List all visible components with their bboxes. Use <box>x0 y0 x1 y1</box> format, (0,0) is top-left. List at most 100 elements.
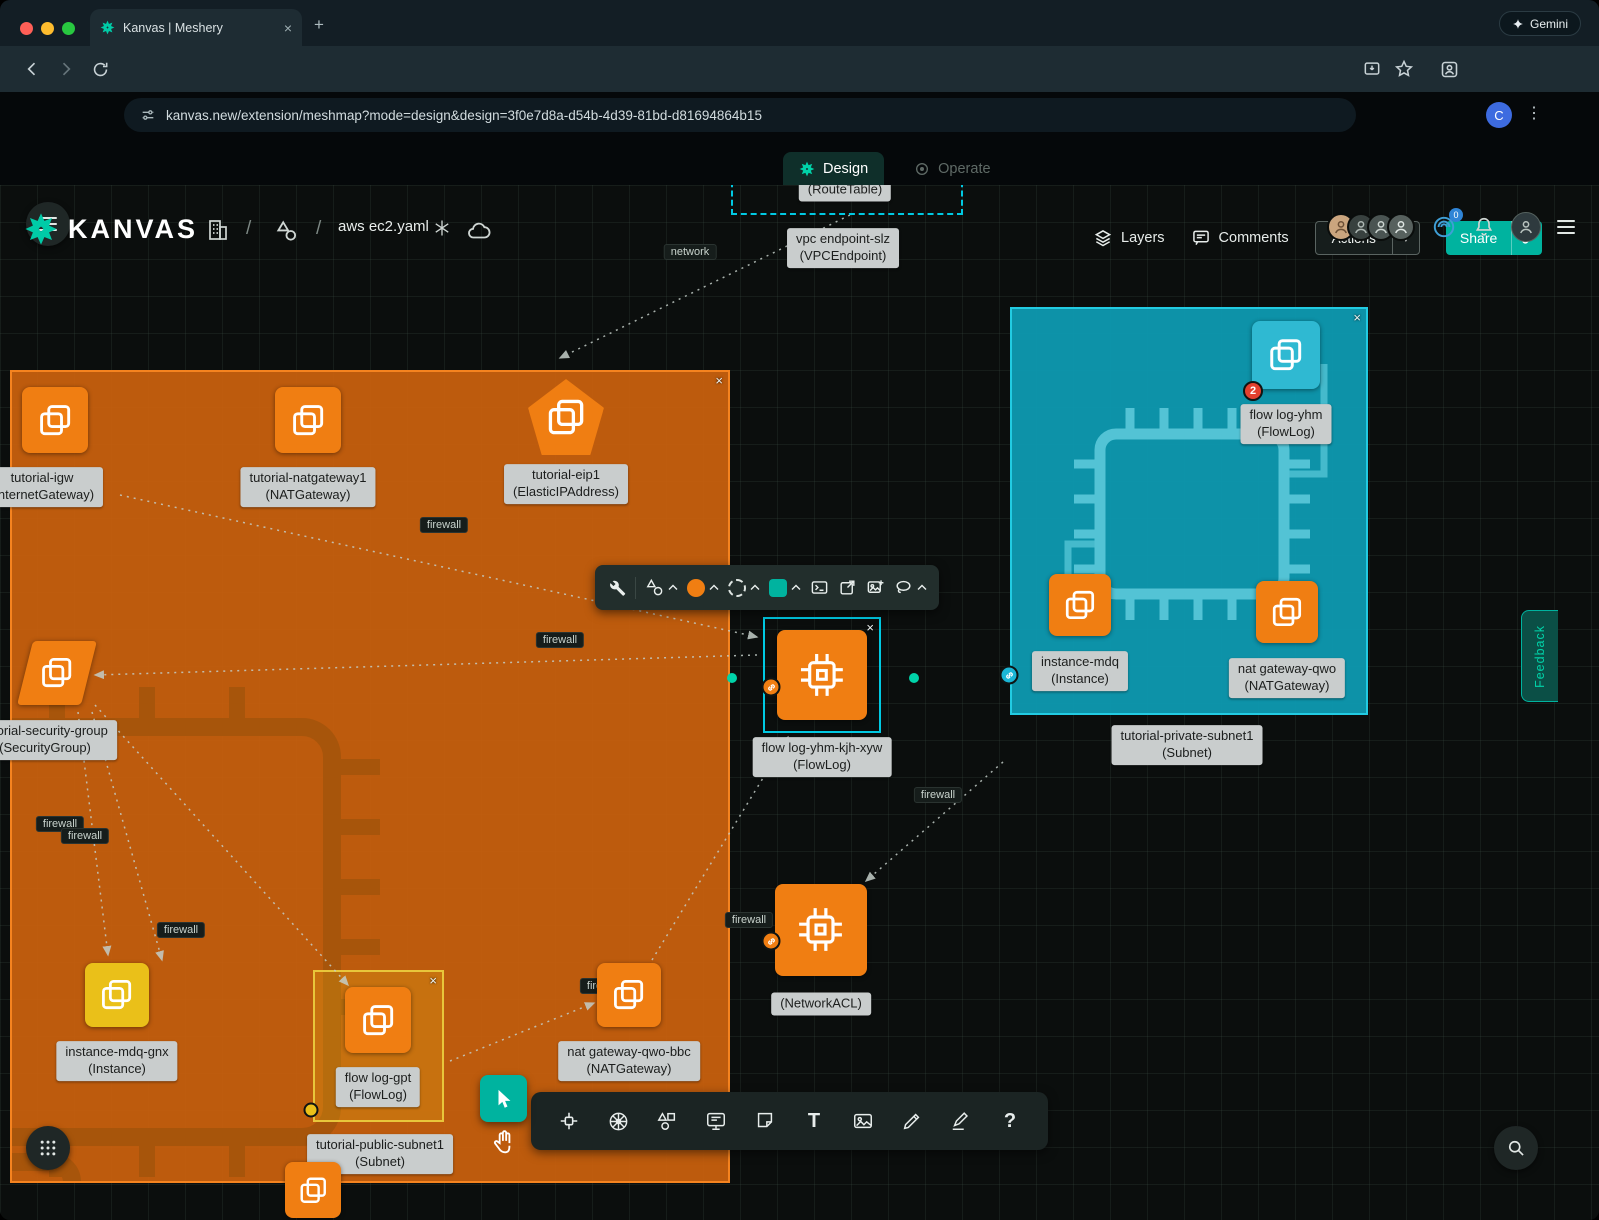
pointer-tool-button[interactable] <box>480 1075 527 1122</box>
nat-gateway-qwo-node[interactable] <box>1256 581 1318 643</box>
window-zoom-button[interactable] <box>62 22 75 35</box>
cloud-status-icon[interactable]: 0 <box>1431 214 1457 240</box>
edge-label: firewall <box>725 912 773 928</box>
nat-gateway-qwo-bbc-node[interactable] <box>597 963 661 1027</box>
snowflake-icon[interactable] <box>432 218 452 238</box>
kanvas-logo[interactable]: KANVAS <box>24 212 198 246</box>
shapes-picker-icon[interactable] <box>645 578 678 597</box>
hand-tool-button[interactable] <box>491 1129 517 1155</box>
border-style-swatch[interactable] <box>728 579 760 597</box>
layer-color-swatch <box>769 579 787 597</box>
tutorial-security-group-label[interactable]: tutorial-security-group(SecurityGroup) <box>0 720 117 760</box>
apps-button[interactable] <box>26 1126 70 1170</box>
avatar[interactable] <box>1387 213 1415 241</box>
design-file-name[interactable]: aws ec2.yaml <box>338 218 429 235</box>
gemini-label: Gemini <box>1530 17 1568 31</box>
forward-button[interactable] <box>54 57 78 81</box>
instance-mdq-gnx-label[interactable]: instance-mdq-gnx(Instance) <box>56 1041 177 1081</box>
magnifier-icon <box>1506 1138 1526 1158</box>
help-icon[interactable]: ? <box>996 1107 1024 1135</box>
app-menu-icon[interactable] <box>1557 220 1575 234</box>
collapse-handle-icon[interactable]: × <box>429 974 437 987</box>
layers-button[interactable]: Layers <box>1093 228 1165 248</box>
pencil-tool-icon[interactable] <box>898 1107 926 1135</box>
flow-log-gpt-node[interactable] <box>345 987 411 1053</box>
collapse-handle-icon[interactable]: × <box>866 621 874 634</box>
route-table-selection[interactable] <box>731 185 963 215</box>
whiteboard-icon[interactable] <box>702 1107 730 1135</box>
browser-profile-icon[interactable] <box>1437 57 1461 81</box>
tutorial-natgateway1-node[interactable] <box>275 387 341 453</box>
feedback-tab[interactable]: Feedback <box>1521 610 1558 702</box>
wrench-icon[interactable] <box>607 578 626 597</box>
user-avatar[interactable] <box>1511 212 1541 242</box>
gemini-button[interactable]: Gemini <box>1499 11 1581 36</box>
breadcrumb-separator: / <box>246 218 251 240</box>
instance-mdq-gnx-node[interactable] <box>85 963 149 1027</box>
designs-icon[interactable] <box>274 218 300 244</box>
link-badge[interactable] <box>762 678 781 697</box>
network-acl-node[interactable] <box>775 884 867 976</box>
collapse-handle-icon[interactable]: × <box>1353 311 1361 324</box>
tutorial-eip1-label[interactable]: tutorial-eip1(ElasticIPAddress) <box>504 464 628 504</box>
circuit-icon[interactable] <box>555 1107 583 1135</box>
tab-close-icon[interactable]: × <box>284 20 292 36</box>
collaborator-avatars[interactable] <box>1327 213 1415 241</box>
comments-button[interactable]: Comments <box>1191 228 1289 248</box>
selected-node-box[interactable]: × <box>763 617 881 733</box>
tutorial-igw-node[interactable] <box>22 387 88 453</box>
context-toolbar <box>595 565 939 610</box>
new-tab-button[interactable]: + <box>314 16 324 33</box>
back-button[interactable] <box>20 57 44 81</box>
save-share-icon[interactable] <box>1360 57 1384 81</box>
resize-handle[interactable] <box>909 673 919 683</box>
vpc-endpoint-slz-label[interactable]: vpc endpoint-slz(VPCEndpoint) <box>787 228 899 268</box>
window-minimize-button[interactable] <box>41 22 54 35</box>
terminal-icon[interactable] <box>810 578 829 597</box>
add-image-icon[interactable] <box>866 578 885 597</box>
sticker-icon[interactable] <box>751 1107 779 1135</box>
flow-log-yhm-node[interactable] <box>1252 321 1320 389</box>
window-close-button[interactable] <box>20 22 33 35</box>
organization-icon[interactable] <box>206 218 230 242</box>
tune-icon[interactable] <box>140 107 156 123</box>
flow-log-yhm-label[interactable]: flow log-yhm(FlowLog) <box>1241 404 1332 444</box>
collapse-handle-icon[interactable]: × <box>715 374 723 387</box>
cloud-sync-icon[interactable] <box>466 218 492 244</box>
instance-mdq-node[interactable] <box>1049 574 1111 636</box>
resize-handle[interactable] <box>727 673 737 683</box>
tutorial-natgateway1-label[interactable]: tutorial-natgateway1(NATGateway) <box>240 467 375 507</box>
nat-gateway-qwo-label[interactable]: nat gateway-qwo(NATGateway) <box>1229 658 1345 698</box>
flow-log-gpt-label[interactable]: flow log-gpt(FlowLog) <box>336 1067 420 1107</box>
profile-avatar[interactable]: C <box>1486 102 1512 128</box>
instance-mdq-label[interactable]: instance-mdq(Instance) <box>1032 651 1128 691</box>
tutorial-igw-label[interactable]: tutorial-igw(InternetGateway) <box>0 467 103 507</box>
image-tool-icon[interactable] <box>849 1107 877 1135</box>
design-canvas[interactable]: × × tutorial-private-subnet1(Subnet) × tutor… <box>0 185 1599 1220</box>
lasso-icon[interactable] <box>894 578 927 597</box>
network-acl-label[interactable]: (NetworkACL) <box>771 993 871 1016</box>
shapes-icon[interactable] <box>653 1107 681 1135</box>
pen-tool-icon[interactable] <box>947 1107 975 1135</box>
zoom-search-button[interactable] <box>1494 1126 1538 1170</box>
url-text[interactable]: kanvas.new/extension/meshmap?mode=design… <box>166 108 762 123</box>
notifications-bell-icon[interactable] <box>1473 216 1495 238</box>
layer-color-swatch[interactable] <box>769 579 801 597</box>
flow-log-yhm-kjh-xyw-label[interactable]: flow log-yhm-kjh-xyw(FlowLog) <box>753 737 892 777</box>
tab-operate[interactable]: Operate <box>898 152 1006 185</box>
open-in-new-icon[interactable] <box>838 578 857 597</box>
text-tool-icon[interactable]: T <box>800 1107 828 1135</box>
link-badge[interactable] <box>1000 666 1019 685</box>
browser-menu-icon[interactable]: ⋮ <box>1526 103 1542 123</box>
private-subnet-region-label[interactable]: tutorial-private-subnet1(Subnet) <box>1112 725 1263 765</box>
bookmark-star-icon[interactable] <box>1392 57 1416 81</box>
tab-design[interactable]: Design <box>783 152 884 185</box>
kubernetes-icon[interactable] <box>604 1107 632 1135</box>
url-bar[interactable]: kanvas.new/extension/meshmap?mode=design… <box>124 98 1356 132</box>
clipped-node-node[interactable] <box>285 1162 341 1218</box>
link-badge[interactable] <box>762 932 781 951</box>
reload-button[interactable] <box>88 57 112 81</box>
nat-gateway-qwo-bbc-label[interactable]: nat gateway-qwo-bbc(NATGateway) <box>558 1041 700 1081</box>
fill-color-swatch[interactable] <box>687 579 719 597</box>
browser-tab[interactable]: Kanvas | Meshery × <box>90 9 302 46</box>
